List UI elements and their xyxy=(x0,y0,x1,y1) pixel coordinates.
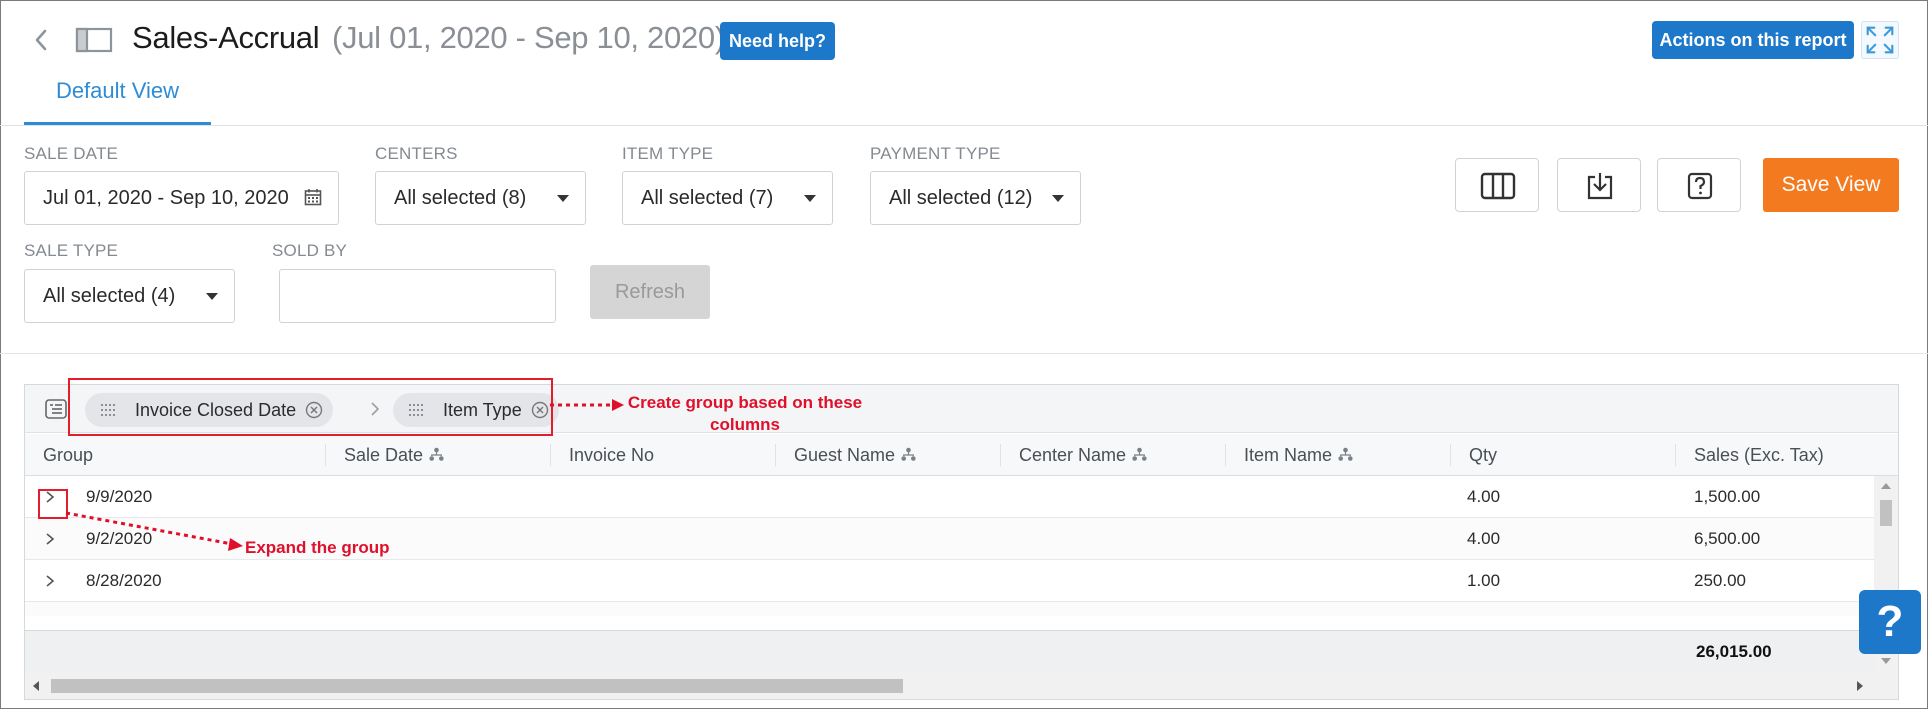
total-sales-value: 26,015.00 xyxy=(1696,642,1772,661)
table-header: Group Sale Date Invoice No Guest Name Ce… xyxy=(25,434,1898,476)
group-annotation-line2: columns xyxy=(710,415,780,434)
fullscreen-icon[interactable] xyxy=(1861,21,1899,59)
group-by-icon[interactable] xyxy=(1132,447,1147,462)
page-title: Sales-Accrual xyxy=(132,20,320,55)
sold-by-label: SOLD BY xyxy=(272,241,348,260)
group-annotation-line1: Create group based on these xyxy=(627,393,863,412)
centers-label: CENTERS xyxy=(375,144,458,163)
header-divider xyxy=(0,125,1928,126)
table-row[interactable]: 9/9/2020 4.00 1,500.00 xyxy=(25,476,1874,518)
filters-divider xyxy=(0,353,1928,354)
row-group-value: 8/11/2020 xyxy=(86,602,160,616)
payment-type-select[interactable]: All selected (12) xyxy=(870,171,1081,225)
expand-annotation: Expand the group xyxy=(245,538,390,557)
download-icon xyxy=(1587,173,1613,200)
expand-row-icon[interactable] xyxy=(43,615,57,616)
row-sales-value: 6,500.00 xyxy=(1694,529,1761,548)
row-qty-value: 4.00 xyxy=(1467,487,1501,506)
sale-type-select[interactable]: All selected (4) xyxy=(24,269,235,323)
col-header-guest-name[interactable]: Guest Name xyxy=(775,444,916,466)
row-group-value: 9/2/2020 xyxy=(86,529,153,548)
col-header-qty[interactable]: Qty xyxy=(1450,444,1497,466)
col-header-group[interactable]: Group xyxy=(25,434,93,476)
row-group-value: 8/28/2020 xyxy=(86,571,162,590)
columns-button[interactable] xyxy=(1455,158,1539,212)
item-type-value: All selected (7) xyxy=(641,187,774,209)
centers-select[interactable]: All selected (8) xyxy=(375,171,586,225)
caret-down-icon xyxy=(804,195,816,202)
row-sales-value: 500.00 xyxy=(1694,602,1746,616)
item-type-select[interactable]: All selected (7) xyxy=(622,171,833,225)
tab-default-view[interactable]: Default View xyxy=(24,76,211,126)
sale-type-value: All selected (4) xyxy=(43,285,176,307)
refresh-button[interactable]: Refresh xyxy=(590,265,710,319)
item-type-label: ITEM TYPE xyxy=(622,144,714,163)
sale-date-picker[interactable]: Jul 01, 2020 - Sep 10, 2020 xyxy=(24,171,339,225)
sale-date-label: SALE DATE xyxy=(24,144,119,163)
scroll-down-arrow[interactable] xyxy=(1881,658,1891,664)
horizontal-scrollbar[interactable] xyxy=(25,672,1898,699)
scroll-right-arrow[interactable] xyxy=(1857,681,1863,691)
caret-down-icon xyxy=(1052,195,1064,202)
row-sales-value: 1,500.00 xyxy=(1694,487,1761,506)
col-header-sales-exc-tax[interactable]: Sales (Exc. Tax) xyxy=(1675,444,1824,466)
expand-row-icon[interactable] xyxy=(43,531,57,547)
scroll-left-arrow[interactable] xyxy=(33,681,39,691)
table-row[interactable]: 8/28/2020 1.00 250.00 xyxy=(25,560,1874,602)
expand-highlight xyxy=(38,489,68,519)
sale-type-label: SALE TYPE xyxy=(24,241,119,260)
sold-by-input[interactable] xyxy=(279,269,556,323)
group-by-icon[interactable] xyxy=(901,447,916,462)
expand-row-icon[interactable] xyxy=(43,573,57,589)
col-header-sale-date[interactable]: Sale Date xyxy=(325,444,444,466)
scroll-up-arrow[interactable] xyxy=(1881,483,1891,489)
row-qty-value: 1.00 xyxy=(1467,571,1501,590)
save-view-button[interactable]: Save View xyxy=(1763,158,1899,212)
group-annotation: Create group based on these columns xyxy=(620,392,870,436)
payment-type-value: All selected (12) xyxy=(889,187,1033,209)
floating-help-button[interactable]: ? xyxy=(1859,590,1921,654)
need-help-button[interactable]: Need help? xyxy=(720,22,836,60)
row-group-value: 9/9/2020 xyxy=(86,487,153,506)
group-by-icon[interactable] xyxy=(429,447,444,462)
download-button[interactable] xyxy=(1557,158,1641,212)
question-icon xyxy=(1687,172,1713,200)
table-row[interactable]: 8/11/2020 2.00 500.00 xyxy=(25,602,1874,616)
report-header: Sales-Accrual (Jul 01, 2020 - Sep 10, 20… xyxy=(0,0,1928,128)
payment-type-label: PAYMENT TYPE xyxy=(870,144,1001,163)
centers-value: All selected (8) xyxy=(394,187,527,209)
report-date-range: (Jul 01, 2020 - Sep 10, 2020) xyxy=(332,20,725,55)
columns-icon xyxy=(1480,172,1516,200)
group-panel-icon[interactable] xyxy=(45,399,67,419)
caret-down-icon xyxy=(557,195,569,202)
calendar-icon xyxy=(304,189,322,206)
sidebar-toggle-icon[interactable] xyxy=(75,26,113,54)
chevron-left-icon[interactable] xyxy=(30,26,54,54)
info-button[interactable] xyxy=(1657,158,1741,212)
actions-on-report-button[interactable]: Actions on this report xyxy=(1652,21,1854,59)
col-header-center-name[interactable]: Center Name xyxy=(1000,444,1147,466)
caret-down-icon xyxy=(206,293,218,300)
col-header-item-name[interactable]: Item Name xyxy=(1225,444,1353,466)
group-by-icon[interactable] xyxy=(1338,447,1353,462)
col-header-invoice-no[interactable]: Invoice No xyxy=(550,444,654,466)
row-qty-value: 2.00 xyxy=(1467,602,1500,616)
group-chips-highlight xyxy=(68,378,553,436)
sale-date-value: Jul 01, 2020 - Sep 10, 2020 xyxy=(43,187,289,209)
table-footer: 26,015.00 xyxy=(25,630,1874,672)
vertical-scroll-thumb[interactable] xyxy=(1880,500,1892,526)
horizontal-scroll-thumb[interactable] xyxy=(51,679,903,693)
row-qty-value: 4.00 xyxy=(1467,529,1501,548)
row-sales-value: 250.00 xyxy=(1694,571,1746,590)
